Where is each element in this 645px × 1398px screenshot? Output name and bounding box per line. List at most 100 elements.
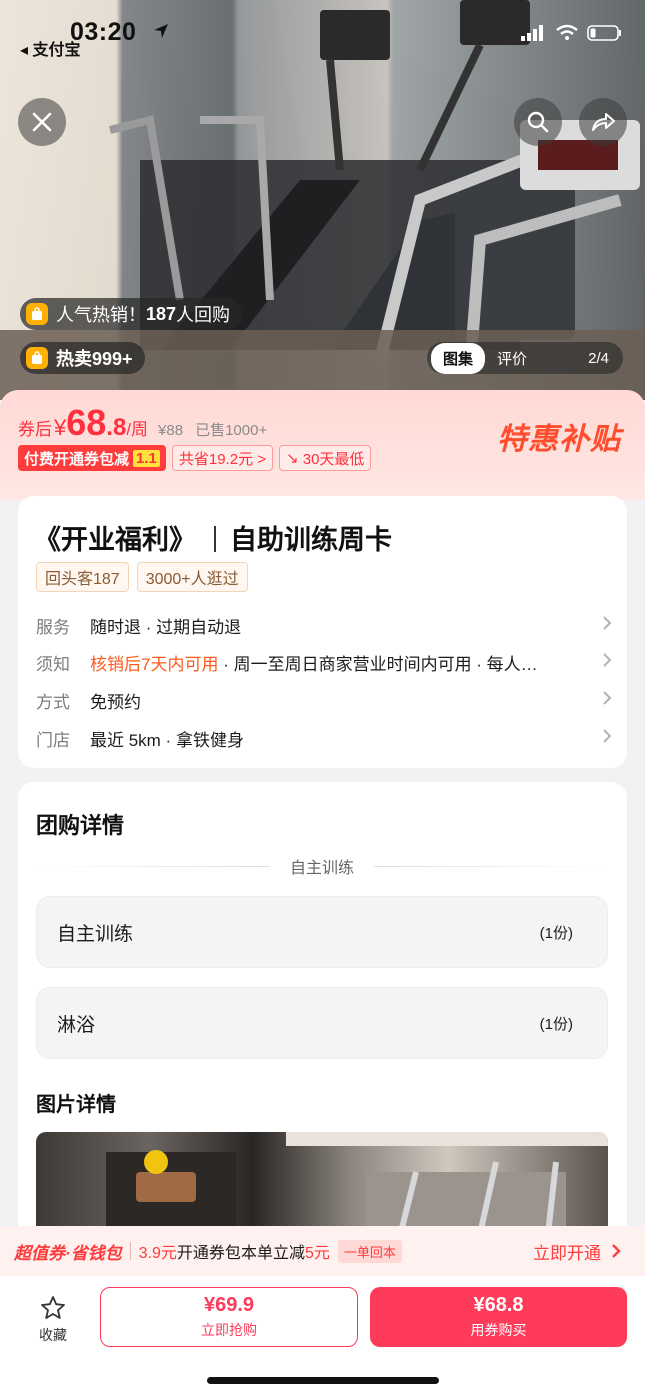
divider-line xyxy=(36,865,270,867)
info-row-method[interactable]: 方式 免预约 xyxy=(36,685,616,715)
popular-badge: 人气热销！ 187 人回购 xyxy=(20,298,243,330)
buy-with-coupon-button[interactable]: ¥68.8 用券购买 xyxy=(370,1287,627,1347)
buy-now-button[interactable]: ¥69.9 立即抢购 xyxy=(100,1287,358,1347)
shopping-bag-icon xyxy=(26,303,48,325)
favorite-button[interactable]: 收藏 xyxy=(30,1294,76,1345)
promo-open-label: 立即开通 xyxy=(533,1243,601,1263)
promo-text: 开通券包 xyxy=(176,1245,241,1262)
divider-label: 自主训练 xyxy=(290,860,355,877)
share-button[interactable] xyxy=(579,98,627,146)
bottom-action-bar: 收藏 ¥69.9 立即抢购 ¥68.8 用券购买 xyxy=(0,1276,645,1398)
visitor-count-chip: 3000+人逛过 xyxy=(136,562,248,592)
hot-sale-badge: 热卖999+ xyxy=(20,342,145,374)
buy-now-label: 立即抢购 xyxy=(201,1322,257,1338)
package-item-name: 淋浴 xyxy=(57,1014,96,1036)
paid-coupon-text: 付费开通券包减 xyxy=(24,450,130,468)
image-details-title: 图片详情 xyxy=(36,1094,116,1116)
price-decimal: .8 xyxy=(106,414,127,441)
divider-line xyxy=(374,865,609,867)
info-value: 随时退 · 过期自动退 xyxy=(90,617,242,637)
favorite-label: 收藏 xyxy=(39,1327,67,1343)
promo-tag: 一单回本 xyxy=(337,1239,402,1263)
package-item: 自主训练 (1份) xyxy=(36,896,608,968)
close-button[interactable] xyxy=(18,98,66,146)
gallery-tabs: 图集 评价 2/4 xyxy=(427,342,623,374)
original-price: ¥88 xyxy=(158,422,184,439)
info-key: 须知 xyxy=(36,654,70,674)
hot-sale-label: 热卖999+ xyxy=(56,349,133,369)
lowest-price-tag: ↘ 30天最低 xyxy=(279,445,372,471)
popular-suffix: 人回购 xyxy=(176,305,231,325)
price-integer: 68 xyxy=(66,402,107,443)
info-key: 服务 xyxy=(36,617,70,637)
chevron-right-icon xyxy=(602,615,616,636)
promo-brand: 超值券·省钱包 xyxy=(14,1243,122,1263)
repeat-customer-chip: 回头客187 xyxy=(36,562,129,592)
price-banner: 券后 ¥ 68 .8 /周 ¥88 已售1000+ 付费开通券包减 1.1 共省1… xyxy=(0,390,645,500)
hero-gallery[interactable]: 03:20 ◂ 支付宝 人气热销！ 187 人回购 热卖999+ 图集 评价 2… xyxy=(0,0,645,400)
chevron-right-icon xyxy=(612,1244,621,1258)
section-divider: 自主训练 xyxy=(36,854,609,878)
promo-separator xyxy=(129,1242,131,1260)
chevron-right-icon xyxy=(602,728,616,749)
battery-icon xyxy=(587,25,621,41)
signal-icon xyxy=(521,25,543,41)
notice-text: · 周一至周日商家营业时间内可用 · 每人… xyxy=(218,654,538,674)
info-row-store[interactable]: 门店 最近 5km · 拿铁健身 xyxy=(36,723,616,753)
package-item: 淋浴 (1份) xyxy=(36,987,608,1059)
paid-coupon-tag[interactable]: 付费开通券包减 1.1 xyxy=(18,445,166,471)
buy-now-price: ¥69.9 xyxy=(203,1294,255,1316)
coupon-label: 用券购买 xyxy=(470,1322,527,1338)
location-arrow-icon xyxy=(154,24,168,38)
price-unit: /周 xyxy=(126,420,149,439)
status-icons xyxy=(521,24,623,42)
product-chips: 回头客187 3000+人逛过 xyxy=(36,562,248,592)
info-value: 免预约 xyxy=(90,692,141,712)
chevron-right-icon xyxy=(602,690,616,711)
promo-amount: 5元 xyxy=(304,1245,330,1262)
popular-prefix: 人气热销！ xyxy=(56,305,146,325)
back-to-app[interactable]: ◂ 支付宝 xyxy=(20,36,81,60)
shopping-bag-icon xyxy=(26,347,48,369)
info-value: 最近 5km · 拿铁健身 xyxy=(90,730,244,750)
info-key: 方式 xyxy=(36,692,70,712)
coupon-pack-promo-bar[interactable]: 超值券·省钱包 3.9元 开通券包 本单立减 5元 一单回本 立即开通 xyxy=(0,1226,645,1276)
sold-count: 已售1000+ xyxy=(195,422,268,439)
package-item-qty: (1份) xyxy=(539,924,573,942)
lowest-price-label: 30天最低 xyxy=(302,450,365,468)
price-row: 券后 ¥ 68 .8 /周 ¥88 已售1000+ xyxy=(18,402,267,444)
package-item-qty: (1份) xyxy=(539,1015,573,1033)
status-bar: 03:20 xyxy=(0,18,645,58)
product-title-promo: 《开业福利》 xyxy=(34,525,196,555)
paid-coupon-amount: 1.1 xyxy=(133,449,160,467)
tab-gallery[interactable]: 图集 xyxy=(431,342,486,374)
info-key: 门店 xyxy=(36,730,70,750)
promo-price: 3.9元 xyxy=(138,1245,177,1262)
tab-reviews[interactable]: 评价 xyxy=(485,348,539,369)
title-separator xyxy=(214,526,216,552)
price-tags: 付费开通券包减 1.1 共省19.2元 > ↘ 30天最低 xyxy=(18,445,372,471)
search-button[interactable] xyxy=(514,98,562,146)
home-indicator xyxy=(207,1377,439,1384)
currency-symbol: ¥ xyxy=(54,415,67,440)
promo-open-button[interactable]: 立即开通 xyxy=(533,1239,621,1264)
after-coupon-label: 券后 xyxy=(18,420,52,439)
close-icon xyxy=(32,112,52,132)
special-subsidy-label: 特惠补贴 xyxy=(497,423,621,456)
product-info-card: 《开业福利》 自助训练周卡 回头客187 3000+人逛过 服务 随时退 · 过期… xyxy=(18,496,627,768)
gallery-counter: 2/4 xyxy=(588,349,609,367)
wifi-icon xyxy=(556,24,578,40)
info-value: 核销后7天内可用 · 周一至周日商家营业时间内可用 · 每人… xyxy=(90,650,602,675)
product-title: 《开业福利》 自助训练周卡 xyxy=(34,518,392,557)
promo-text: 本单立减 xyxy=(240,1245,305,1262)
group-details-card: 团购详情 自主训练 自主训练 (1份) 淋浴 (1份) 图片详情 xyxy=(18,782,627,1252)
share-icon xyxy=(592,113,615,131)
popular-count: 187 xyxy=(146,303,177,324)
info-row-service[interactable]: 服务 随时退 · 过期自动退 xyxy=(36,610,616,640)
back-app-label: 支付宝 xyxy=(32,42,81,59)
notice-highlight: 核销后7天内可用 xyxy=(90,654,219,674)
info-row-notice[interactable]: 须知 核销后7天内可用 · 周一至周日商家营业时间内可用 · 每人… xyxy=(36,647,616,677)
total-save-tag[interactable]: 共省19.2元 > xyxy=(171,445,273,471)
group-details-title: 团购详情 xyxy=(36,813,125,838)
product-title-name: 自助训练周卡 xyxy=(230,525,392,555)
